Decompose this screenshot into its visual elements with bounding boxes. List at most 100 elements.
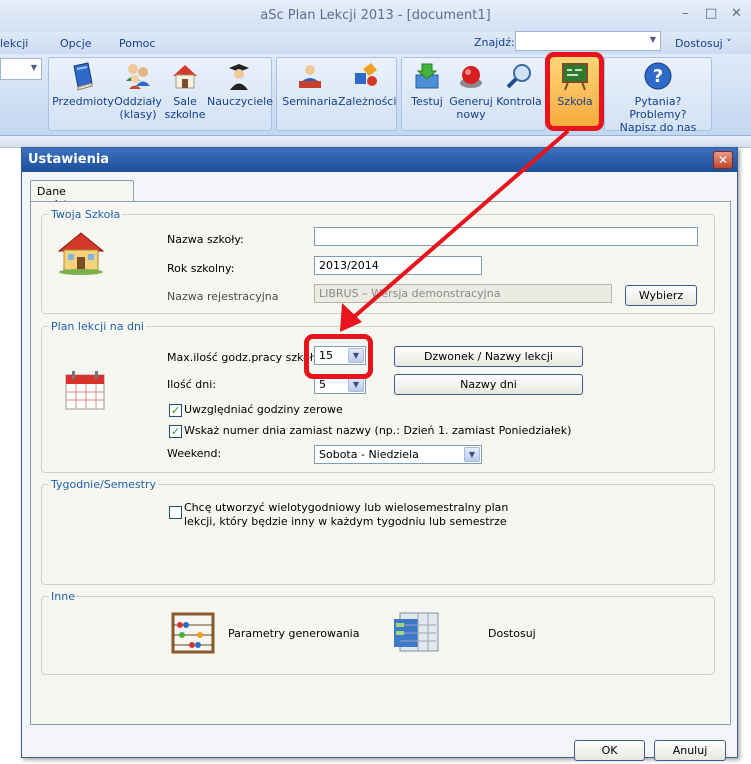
- school-house-icon: [57, 232, 105, 275]
- menu-item-lekcji[interactable]: lekcji: [0, 37, 28, 50]
- seminaria-label: Seminaria: [282, 95, 338, 108]
- day-number-label: Wskaż numer dnia zamiast nazwy (np.: Dzi…: [184, 424, 572, 437]
- chevron-down-icon[interactable]: ▼: [464, 447, 480, 462]
- question-icon: ?: [644, 62, 672, 90]
- plan-group: Plan lekcji na dni Max.ilość godz.pracy …: [41, 320, 715, 473]
- dialog-close-button[interactable]: ✕: [713, 151, 733, 169]
- search-label: Znajdź:: [474, 36, 515, 49]
- house-icon: [173, 65, 197, 89]
- generuj-button[interactable]: Generuj nowy: [449, 61, 493, 121]
- customize-menu[interactable]: Dostosuj ˅: [675, 37, 732, 50]
- record-button-icon: [460, 66, 482, 88]
- przedmioty-button[interactable]: Przedmioty: [52, 61, 114, 108]
- generuj-label: Generuj: [449, 95, 493, 108]
- shapes-icon: [355, 63, 377, 86]
- nauczyciele-label: Nauczyciele: [207, 95, 273, 108]
- weekend-select[interactable]: Sobota - Niedziela ▼: [314, 445, 482, 464]
- weekend-label: Weekend:: [167, 447, 222, 460]
- days-count-label: Ilość dni:: [167, 378, 217, 391]
- max-hours-annotation-box: [304, 334, 373, 379]
- zero-hours-label: Uwzględniać godziny zerowe: [184, 403, 343, 416]
- sale-label-2: szkolne: [164, 108, 206, 121]
- spreadsheet-icon: [394, 612, 439, 652]
- multi-week-label-line2: lekcji, który będzie inny w każdym tygod…: [184, 515, 507, 528]
- day-names-button[interactable]: Nazwy dni: [394, 374, 583, 395]
- multi-week-label-line1: Chcę utworzyć wielotygodniowy lub wielos…: [184, 501, 509, 514]
- abacus-icon: [171, 612, 215, 654]
- oddzialy-label: Oddziały: [114, 95, 162, 108]
- dialog-body: Dane podstawowe Twoja Szkoła Nazwa szkoł…: [22, 172, 737, 761]
- weeks-group: Tygodnie/Semestry Chcę utworzyć wielotyg…: [41, 478, 715, 585]
- plan-group-label: Plan lekcji na dni: [49, 320, 146, 333]
- day-number-checkbox[interactable]: ✓: [169, 425, 182, 438]
- zero-hours-checkbox[interactable]: ✓: [169, 404, 182, 417]
- chevron-down-icon[interactable]: ▼: [348, 377, 364, 392]
- generation-params-label: Parametry generowania: [228, 627, 360, 640]
- help-button[interactable]: ? Pytania? Problemy? Napisz do nas: [606, 61, 710, 134]
- menu-item-opcje[interactable]: Opcje: [60, 37, 92, 50]
- zaleznosci-button[interactable]: Zależności: [338, 61, 397, 108]
- kontrola-label: Kontrola: [496, 95, 542, 108]
- settings-dialog: Ustawienia ✕ Dane podstawowe Twoja Szkoł…: [21, 147, 738, 761]
- teacher-icon: [229, 64, 249, 90]
- wybierz-button[interactable]: Wybierz: [625, 285, 697, 306]
- generuj-label-2: nowy: [456, 108, 486, 121]
- szkola-annotation-box: [545, 52, 604, 131]
- seminaria-button[interactable]: Seminaria: [281, 61, 339, 108]
- minimize-button[interactable]: –: [682, 6, 689, 21]
- testuj-button[interactable]: Testuj: [406, 61, 448, 108]
- tab-panel: Twoja Szkoła Nazwa szkoły: Rok szkolny: …: [30, 201, 731, 725]
- svg-text:?: ?: [653, 66, 663, 87]
- school-year-label: Rok szkolny:: [167, 262, 235, 275]
- registration-input: LIBRUS – Wersja demonstracyjna: [314, 284, 612, 303]
- app-title-bar: aSc Plan Lekcji 2013 - [document1] – □ ✕: [0, 0, 751, 32]
- days-count-value: 5: [319, 378, 326, 391]
- download-icon: [415, 63, 439, 89]
- book-icon: [73, 62, 93, 91]
- testuj-label: Testuj: [411, 95, 443, 108]
- sale-label: Sale: [173, 95, 197, 108]
- seminar-icon: [299, 65, 321, 88]
- kontrola-button[interactable]: Kontrola: [493, 61, 545, 108]
- close-app-button[interactable]: ✕: [731, 6, 742, 21]
- bell-names-button[interactable]: Dzwonek / Nazwy lekcji: [394, 346, 583, 367]
- zaleznosci-label: Zależności: [338, 95, 397, 108]
- weeks-group-label: Tygodnie/Semestry: [49, 478, 159, 491]
- help-label: Pytania? Problemy?: [629, 95, 687, 121]
- weekend-value: Sobota - Niedziela: [319, 448, 419, 461]
- app-title: aSc Plan Lekcji 2013 - [document1]: [260, 8, 491, 23]
- school-year-input[interactable]: 2013/2014: [314, 256, 482, 275]
- cancel-button[interactable]: Anuluj: [654, 740, 726, 761]
- calendar-icon: [65, 371, 105, 410]
- tab-dane-podstawowe[interactable]: Dane podstawowe: [30, 180, 134, 211]
- other-group-label: Inne: [49, 590, 77, 603]
- maximize-button[interactable]: □: [705, 6, 717, 21]
- search-input[interactable]: ▼: [515, 31, 661, 51]
- magnifier-icon: [506, 64, 531, 89]
- max-hours-label: Max.ilość godz.pracy szkoły: [167, 351, 320, 364]
- other-group: Inne Parametry generowania Dostosuj: [41, 590, 715, 675]
- school-group-label: Twoja Szkoła: [49, 208, 123, 221]
- students-icon: [126, 64, 150, 89]
- chevron-down-icon[interactable]: ▼: [650, 35, 656, 44]
- sale-button[interactable]: Sale szkolne: [164, 61, 206, 121]
- customize-item[interactable]: Dostosuj: [392, 607, 542, 657]
- customize-label: Dostosuj: [488, 627, 536, 640]
- school-group: Twoja Szkoła Nazwa szkoły: Rok szkolny: …: [41, 208, 715, 314]
- help-label-2: Napisz do nas: [619, 121, 697, 134]
- registration-label: Nazwa rejestracyjna: [167, 290, 279, 303]
- oddzialy-button[interactable]: Oddziały (klasy): [114, 61, 162, 121]
- chevron-down-icon[interactable]: ▼: [31, 63, 37, 72]
- dialog-title: Ustawienia: [28, 152, 110, 167]
- przedmioty-label: Przedmioty: [52, 95, 114, 108]
- multi-week-checkbox[interactable]: [169, 506, 182, 519]
- generation-params-item[interactable]: Parametry generowania: [170, 611, 400, 655]
- nauczyciele-button[interactable]: Nauczyciele: [207, 61, 273, 108]
- school-name-input[interactable]: [314, 227, 698, 246]
- ok-button[interactable]: OK: [574, 740, 645, 761]
- school-name-label: Nazwa szkoły:: [167, 233, 244, 246]
- menu-item-pomoc[interactable]: Pomoc: [119, 37, 155, 50]
- ribbon-combo[interactable]: ▼: [0, 58, 42, 80]
- dialog-title-bar: Ustawienia ✕: [22, 148, 737, 172]
- oddzialy-label-2: (klasy): [119, 108, 157, 121]
